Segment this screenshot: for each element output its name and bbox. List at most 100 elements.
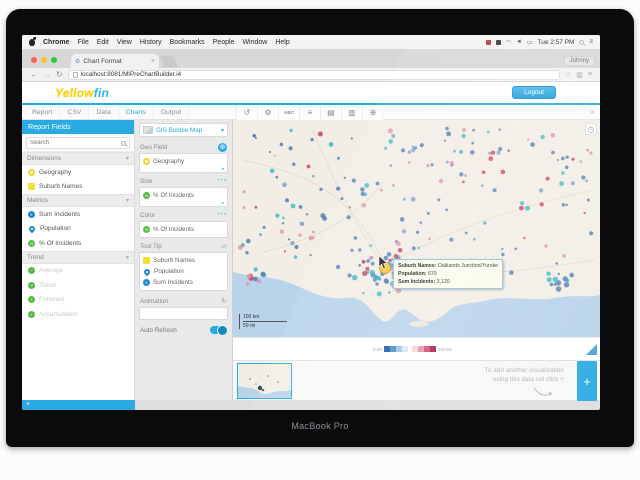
search-box[interactable] xyxy=(26,137,130,149)
yellowfin-logo: Yellowfin xyxy=(55,86,109,100)
auto-refresh-toggle[interactable] xyxy=(210,326,227,334)
map-visualization-area: ◷ Suburb Names: Oaklands Junction/Yuroke… xyxy=(233,120,600,400)
field-sum-incidents[interactable]: ΣSum Incidents xyxy=(22,207,134,222)
legend-min: 0.00 xyxy=(373,347,382,352)
scale-mi: 50 mi xyxy=(243,322,287,329)
chart-type-select[interactable]: GIS Bubble Map ▾ xyxy=(139,123,228,137)
settings-gear-icon[interactable]: ⚙ xyxy=(257,105,278,120)
wifi-icon[interactable]: ◠ xyxy=(506,39,511,46)
bookmark-star-icon[interactable]: ☆ xyxy=(565,71,571,79)
close-panel-icon[interactable]: × xyxy=(590,105,595,120)
color-dropzone[interactable]: %% Of Incidents xyxy=(139,221,228,238)
reload-icon[interactable]: ↻ xyxy=(56,70,63,79)
url-input[interactable]: localhost:8081/MIPreChartBuilder.i4 xyxy=(68,70,560,80)
menubar-item-edit[interactable]: Edit xyxy=(97,39,109,46)
menubar-item-bookmarks[interactable]: Bookmarks xyxy=(170,39,205,46)
menubar-item-window[interactable]: Window xyxy=(242,39,267,46)
browser-tab[interactable]: ⚙ Chart Format × xyxy=(71,54,159,68)
metric-icon: Σ xyxy=(143,279,150,286)
chip-suburb-names[interactable]: Suburb Names xyxy=(143,255,224,266)
menubar-item-history[interactable]: History xyxy=(140,39,162,46)
chip-geography[interactable]: Geography xyxy=(143,156,224,167)
tooltip-label: Tool Tip▱ xyxy=(139,240,228,252)
labels-abc-icon[interactable]: ABC xyxy=(278,105,299,120)
logout-button[interactable]: Logout xyxy=(512,86,556,99)
tab-output[interactable]: Output xyxy=(154,105,189,120)
geo-field-dropzone[interactable]: Geography ● xyxy=(139,153,228,173)
add-field-bar[interactable]: + xyxy=(22,400,135,410)
tooltip-dropzone[interactable]: Suburb Names Population ΣSum Incidents xyxy=(139,252,228,291)
field-forecast[interactable]: +Forecast xyxy=(22,293,134,308)
extension-icon[interactable]: ▥ xyxy=(576,71,583,79)
app-header: Yellowfin Logout xyxy=(22,82,600,105)
field-suburb-names[interactable]: Suburb Names xyxy=(22,180,134,195)
size-dropzone[interactable]: %% Of Incidents ● xyxy=(139,187,228,207)
undo-icon[interactable]: ↺ xyxy=(236,105,257,120)
new-tab-button[interactable] xyxy=(160,56,178,67)
section-trend[interactable]: Trend▾ xyxy=(22,251,134,264)
chart-type-icon[interactable]: ▥ xyxy=(341,105,362,120)
tab-data[interactable]: Data xyxy=(89,105,118,120)
back-icon[interactable]: ← xyxy=(30,70,38,79)
trend-icon: + xyxy=(28,296,35,303)
section-metrics[interactable]: Metrics▾ xyxy=(22,194,134,207)
menubar-item-file[interactable]: File xyxy=(77,39,88,46)
search-input[interactable] xyxy=(30,140,110,146)
save-icon[interactable]: ▤ xyxy=(320,105,341,120)
field-population[interactable]: Population xyxy=(22,222,134,237)
chip-population[interactable]: Population xyxy=(143,266,224,277)
field-average[interactable]: −Average xyxy=(22,264,134,279)
visualization-thumbnail[interactable] xyxy=(237,363,292,399)
field-pct-incidents[interactable]: %% Of Incidents xyxy=(22,236,134,251)
tab-charts[interactable]: Charts xyxy=(119,105,154,120)
notification-center-icon[interactable]: ≡ xyxy=(589,39,593,45)
history-clock-icon[interactable]: ◷ xyxy=(585,123,597,135)
search-icon xyxy=(121,141,126,146)
menubar-app-name[interactable]: Chrome xyxy=(43,39,69,46)
status-app-icon[interactable] xyxy=(486,40,491,45)
metric-icon: Σ xyxy=(28,211,35,218)
apple-menu-icon[interactable] xyxy=(29,39,35,46)
chip-sum-incidents[interactable]: ΣSum Incidents xyxy=(143,277,224,288)
animation-dropzone[interactable] xyxy=(139,307,228,320)
status-app-icon-2[interactable] xyxy=(496,40,501,45)
zoom-window-button[interactable] xyxy=(51,57,57,63)
field-trend[interactable]: ↗Trend xyxy=(22,278,134,293)
tab-report[interactable]: Report xyxy=(22,105,60,120)
forward-icon[interactable]: → xyxy=(43,70,51,79)
size-label: Size••• xyxy=(139,175,228,187)
spotlight-icon[interactable] xyxy=(579,40,584,45)
menubar-item-view[interactable]: View xyxy=(117,39,132,46)
tab-csv[interactable]: CSV xyxy=(60,105,89,120)
trend-icon: ✓ xyxy=(28,311,35,318)
gis-bubble-map[interactable] xyxy=(233,120,600,337)
resize-handle[interactable] xyxy=(586,344,597,355)
browser-profile-button[interactable]: Johnny xyxy=(564,56,595,66)
add-visualization-button[interactable]: + xyxy=(577,361,597,401)
chip-pct-incidents[interactable]: %% Of Incidents xyxy=(143,190,224,201)
battery-icon[interactable]: ▭ xyxy=(527,39,533,46)
color-dots-icon: ••• xyxy=(218,212,227,218)
browser-menu-icon[interactable]: ≡ xyxy=(588,71,592,78)
legend-swatches xyxy=(384,346,436,352)
color-legend: 0.00 100.00 xyxy=(233,337,600,360)
menubar-item-help[interactable]: Help xyxy=(275,39,289,46)
legend-max: 100.00 xyxy=(438,347,452,352)
field-accumulation[interactable]: ✓Accumulation xyxy=(22,307,134,322)
close-window-button[interactable] xyxy=(31,57,37,63)
section-dimensions[interactable]: Dimensions▾ xyxy=(22,152,134,165)
volume-icon[interactable]: ◄ xyxy=(516,39,522,45)
metric-icon: % xyxy=(143,192,150,199)
builder-workarea: Report Fields Dimensions▾ Geography Subu… xyxy=(22,120,600,400)
globe-icon[interactable]: ⊕ xyxy=(362,105,383,120)
list-icon[interactable]: ≡ xyxy=(299,105,320,120)
chip-pct-incidents-color[interactable]: %% Of Incidents xyxy=(143,224,224,235)
tab-close-icon[interactable]: × xyxy=(151,58,155,65)
field-geography[interactable]: Geography xyxy=(22,165,134,180)
menubar-item-people[interactable]: People xyxy=(213,39,235,46)
minimize-window-button[interactable] xyxy=(41,57,47,63)
animation-label: Animation↻ xyxy=(139,295,228,307)
menubar-clock[interactable]: Tue 2:57 PM xyxy=(538,39,575,46)
macbook-screen: Chrome File Edit View History Bookmarks … xyxy=(22,35,600,410)
map-tooltip: Suburb Names: Oaklands Junction/Yuroke P… xyxy=(393,259,503,289)
